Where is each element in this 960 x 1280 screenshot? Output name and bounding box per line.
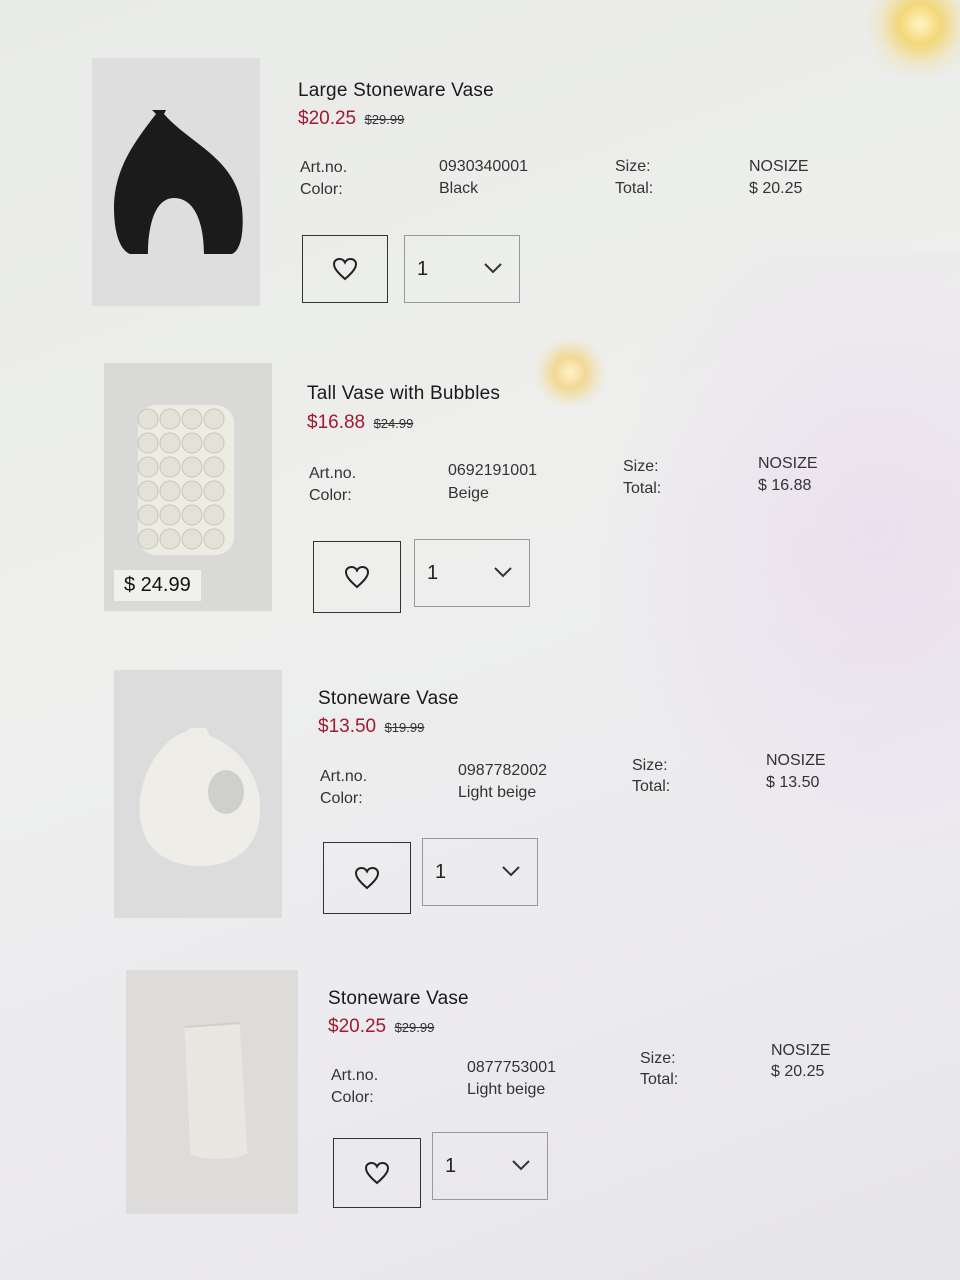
favorite-button[interactable] [323, 842, 411, 914]
ring-vase-image [114, 670, 282, 918]
quantity-select[interactable]: 1 [404, 235, 520, 303]
size-label: Size: [623, 458, 659, 475]
total-label: Total: [615, 180, 654, 197]
product-image[interactable] [92, 58, 260, 306]
quantity-value: 1 [417, 258, 429, 280]
color-value: Beige [448, 485, 489, 502]
artno-label: Art.no. [309, 465, 357, 482]
color-value: Light beige [467, 1081, 546, 1098]
original-price: $24.99 [373, 416, 414, 431]
total-value: $ 20.25 [749, 180, 803, 197]
price-group: $13.50 $19.99 [318, 716, 424, 738]
quantity-value: 1 [427, 562, 439, 584]
size-value: NOSIZE [758, 455, 818, 472]
artno-value: 0692191001 [448, 462, 537, 479]
product-image[interactable]: $ 24.99 [104, 363, 272, 611]
size-label: Size: [632, 757, 668, 774]
heart-icon [354, 866, 380, 890]
chevron-down-icon [512, 1160, 530, 1171]
size-value: NOSIZE [771, 1042, 831, 1059]
artno-label: Art.no. [331, 1067, 379, 1084]
black-vase-image [92, 58, 260, 306]
color-label: Color: [309, 487, 352, 504]
sale-price: $16.88 [307, 412, 366, 433]
total-value: $ 20.25 [771, 1063, 825, 1080]
original-price: $19.99 [384, 720, 425, 735]
size-label: Size: [640, 1050, 676, 1067]
sale-price: $20.25 [328, 1016, 387, 1037]
total-label: Total: [623, 480, 662, 497]
quantity-select[interactable]: 1 [422, 838, 538, 906]
color-value: Light beige [458, 784, 537, 801]
size-label: Size: [615, 158, 651, 175]
total-value: $ 16.88 [758, 477, 812, 494]
price-group: $20.25 $29.99 [298, 108, 404, 130]
color-label: Color: [300, 181, 343, 198]
total-label: Total: [632, 778, 671, 795]
light-glare [530, 340, 610, 405]
total-label: Total: [640, 1071, 679, 1088]
sale-price: $13.50 [318, 716, 377, 737]
cylinder-vase-image [129, 970, 295, 1214]
color-label: Color: [320, 790, 363, 807]
color-label: Color: [331, 1089, 374, 1106]
favorite-button[interactable] [333, 1138, 421, 1208]
chevron-down-icon [502, 866, 520, 877]
product-image[interactable] [114, 670, 282, 918]
quantity-select[interactable]: 1 [432, 1132, 548, 1200]
original-price: $29.99 [394, 1020, 435, 1035]
original-price: $29.99 [364, 112, 405, 127]
color-value: Black [439, 180, 479, 197]
product-image[interactable] [126, 970, 298, 1214]
sale-price: $20.25 [298, 108, 357, 129]
favorite-button[interactable] [302, 235, 388, 303]
chevron-down-icon [494, 567, 512, 578]
heart-icon [332, 257, 358, 281]
image-price-badge: $ 24.99 [114, 570, 201, 601]
quantity-select[interactable]: 1 [414, 539, 530, 607]
heart-icon [364, 1161, 390, 1185]
artno-value: 0930340001 [439, 158, 528, 175]
artno-label: Art.no. [320, 768, 368, 785]
heart-icon [344, 565, 370, 589]
chevron-down-icon [484, 263, 502, 274]
artno-label: Art.no. [300, 159, 348, 176]
light-glare [860, 0, 960, 80]
favorite-button[interactable] [313, 541, 401, 613]
product-title[interactable]: Stoneware Vase [328, 988, 469, 1010]
artno-value: 0987782002 [458, 762, 547, 779]
product-title[interactable]: Large Stoneware Vase [298, 80, 494, 102]
artno-value: 0877753001 [467, 1059, 556, 1076]
size-value: NOSIZE [749, 158, 809, 175]
product-title[interactable]: Stoneware Vase [318, 688, 459, 710]
size-value: NOSIZE [766, 752, 826, 769]
quantity-value: 1 [435, 861, 447, 883]
price-group: $20.25 $29.99 [328, 1016, 434, 1038]
quantity-value: 1 [445, 1155, 457, 1177]
total-value: $ 13.50 [766, 774, 820, 791]
product-title[interactable]: Tall Vase with Bubbles [307, 383, 500, 405]
price-group: $16.88 $24.99 [307, 412, 413, 434]
